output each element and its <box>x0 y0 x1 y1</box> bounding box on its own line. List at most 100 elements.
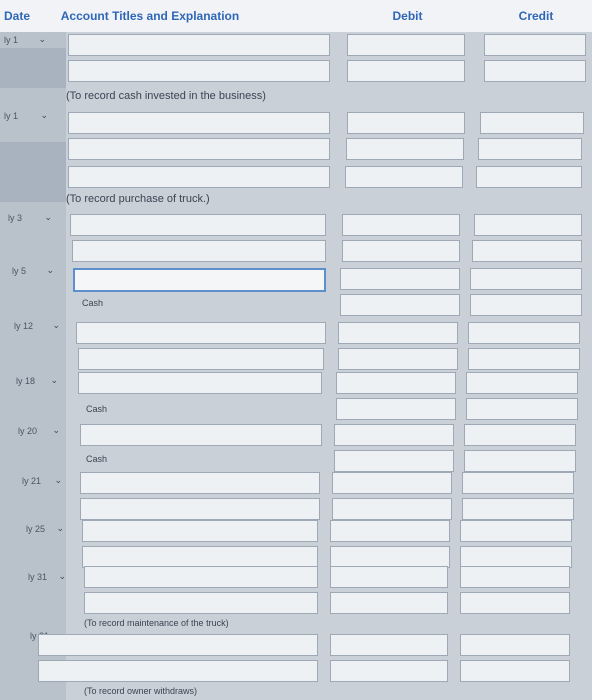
debit-input[interactable] <box>336 398 456 420</box>
date-select-4[interactable]: ly 5 ⌄ <box>12 263 54 279</box>
account-input[interactable] <box>70 214 326 236</box>
chevron-down-icon: ⌄ <box>58 571 66 581</box>
cash-label: Cash <box>86 404 108 414</box>
cash-label: Cash <box>82 298 104 308</box>
debit-input[interactable] <box>336 372 456 394</box>
credit-input[interactable] <box>464 424 576 446</box>
debit-input[interactable] <box>342 214 460 236</box>
debit-input[interactable] <box>347 112 465 134</box>
chevron-down-icon: ⌄ <box>40 110 48 120</box>
credit-input[interactable] <box>468 322 580 344</box>
account-input[interactable] <box>38 634 318 656</box>
chevron-down-icon: ⌄ <box>52 320 60 330</box>
debit-input[interactable] <box>340 268 460 290</box>
account-input[interactable] <box>84 592 318 614</box>
date-select-3[interactable]: ly 3 ⌄ <box>8 210 52 226</box>
credit-input[interactable] <box>460 660 570 682</box>
account-input[interactable] <box>82 520 318 542</box>
credit-input[interactable] <box>472 240 582 262</box>
journal-header: Date Account Titles and Explanation Debi… <box>0 0 592 33</box>
account-input[interactable] <box>82 546 318 568</box>
credit-input[interactable] <box>460 546 572 568</box>
account-input[interactable] <box>76 322 326 344</box>
debit-input[interactable] <box>334 450 454 472</box>
entry-explanation: (To record cash invested in the business… <box>66 90 266 102</box>
entry-explanation: (To record purchase of truck.) <box>66 193 210 205</box>
credit-input[interactable] <box>462 498 574 520</box>
credit-input[interactable] <box>460 634 570 656</box>
credit-input[interactable] <box>464 450 576 472</box>
date-select-10[interactable]: ly 31 ⌄ <box>28 569 66 585</box>
debit-input[interactable] <box>334 424 454 446</box>
credit-input[interactable] <box>466 372 578 394</box>
debit-input[interactable] <box>332 472 452 494</box>
debit-input[interactable] <box>338 348 458 370</box>
chevron-down-icon: ⌄ <box>56 523 64 533</box>
chevron-down-icon: ⌄ <box>44 212 52 222</box>
credit-input[interactable] <box>474 214 582 236</box>
account-input[interactable] <box>84 566 318 588</box>
date-select-2[interactable]: ly 1 ⌄ <box>4 108 48 124</box>
credit-input[interactable] <box>460 566 570 588</box>
date-select-5[interactable]: ly 12 ⌄ <box>14 318 60 334</box>
date-select-6[interactable]: ly 18 ⌄ <box>16 373 58 389</box>
chevron-down-icon: ⌄ <box>50 375 58 385</box>
debit-input[interactable] <box>346 138 464 160</box>
debit-input[interactable] <box>338 322 458 344</box>
account-input[interactable] <box>73 268 326 292</box>
date-select-9[interactable]: ly 25 ⌄ <box>26 521 64 537</box>
debit-input[interactable] <box>342 240 460 262</box>
debit-input[interactable] <box>330 592 448 614</box>
credit-input[interactable] <box>460 592 570 614</box>
credit-input[interactable] <box>468 348 580 370</box>
account-input[interactable] <box>38 660 318 682</box>
debit-input[interactable] <box>330 660 448 682</box>
chevron-down-icon: ⌄ <box>54 475 62 485</box>
credit-header: Credit <box>518 9 554 23</box>
credit-input[interactable] <box>462 472 574 494</box>
account-input[interactable] <box>68 112 330 134</box>
entry-explanation: (To record owner withdraws) <box>84 686 198 696</box>
account-input[interactable] <box>68 138 330 160</box>
date-header: Date <box>4 9 31 23</box>
debit-input[interactable] <box>330 546 450 568</box>
entry-explanation: (To record maintenance of the truck) <box>84 618 229 628</box>
journal-sheet: ly 1 ⌄ ly 1 ⌄ ly 3 ⌄ ly 5 ⌄ ly 12 ⌄ ly 18 ⌄ ly… <box>0 32 592 700</box>
cash-label: Cash <box>86 454 108 464</box>
credit-input[interactable] <box>470 268 582 290</box>
account-input[interactable] <box>68 60 330 82</box>
credit-input[interactable] <box>484 34 586 56</box>
debit-input[interactable] <box>330 634 448 656</box>
credit-input[interactable] <box>476 166 582 188</box>
account-input[interactable] <box>72 240 326 262</box>
chevron-down-icon: ⌄ <box>52 425 60 435</box>
account-input[interactable] <box>78 348 324 370</box>
chevron-down-icon: ⌄ <box>38 34 46 44</box>
debit-input[interactable] <box>330 520 450 542</box>
account-input[interactable] <box>78 372 322 394</box>
debit-input[interactable] <box>332 498 452 520</box>
credit-input[interactable] <box>470 294 582 316</box>
debit-input[interactable] <box>330 566 448 588</box>
account-input[interactable] <box>80 424 322 446</box>
credit-input[interactable] <box>484 60 586 82</box>
account-input[interactable] <box>68 166 330 188</box>
date-select-8[interactable]: ly 21 ⌄ <box>22 473 62 489</box>
debit-header: Debit <box>392 9 423 23</box>
account-input[interactable] <box>68 34 330 56</box>
debit-input[interactable] <box>347 60 465 82</box>
debit-input[interactable] <box>340 294 460 316</box>
debit-input[interactable] <box>347 34 465 56</box>
account-input[interactable] <box>80 498 320 520</box>
date-column <box>0 32 66 700</box>
date-select-7[interactable]: ly 20 ⌄ <box>18 423 60 439</box>
debit-input[interactable] <box>345 166 463 188</box>
credit-input[interactable] <box>466 398 578 420</box>
credit-input[interactable] <box>478 138 582 160</box>
chevron-down-icon: ⌄ <box>46 265 54 275</box>
credit-input[interactable] <box>480 112 584 134</box>
account-header: Account Titles and Explanation <box>60 9 240 23</box>
date-select-1[interactable]: ly 1 ⌄ <box>4 32 46 48</box>
credit-input[interactable] <box>460 520 572 542</box>
account-input[interactable] <box>80 472 320 494</box>
